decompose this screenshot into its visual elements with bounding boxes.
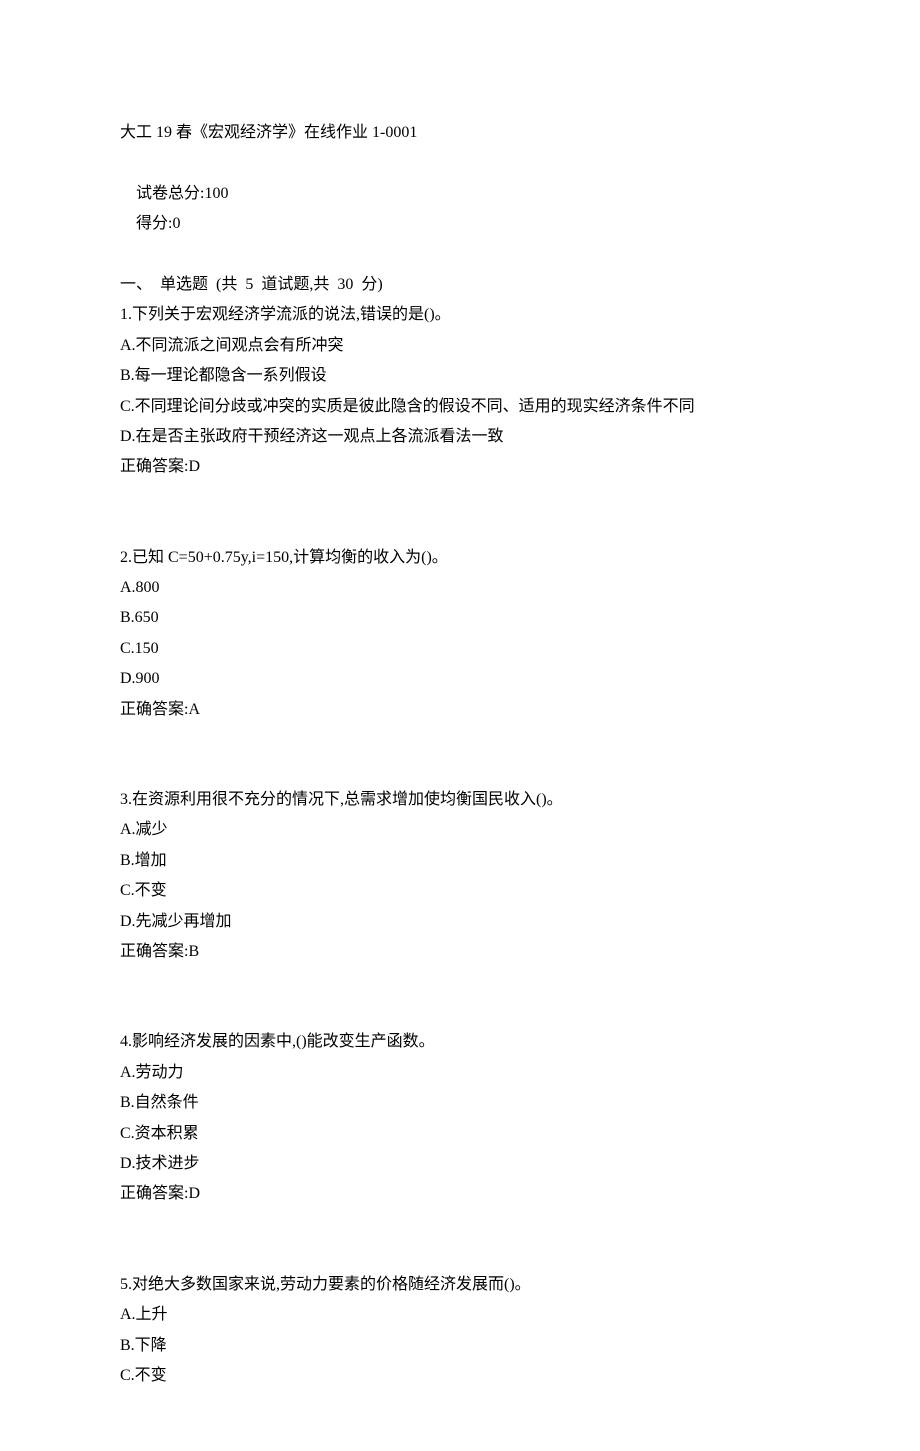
obtained-score: 得分:0 — [136, 215, 180, 232]
q4-option-b: B.自然条件 — [120, 1088, 800, 1118]
q3-option-d: D.先减少再增加 — [120, 907, 800, 937]
spacer — [120, 1210, 800, 1240]
q1-option-b: B.每一理论都隐含一系列假设 — [120, 361, 800, 391]
section-heading: 一、 单选题 (共 5 道试题,共 30 分) — [120, 270, 800, 300]
total-score: 试卷总分:100 — [136, 185, 228, 202]
q4-option-d: D.技术进步 — [120, 1149, 800, 1179]
q3-option-b: B.增加 — [120, 846, 800, 876]
q1-option-a: A.不同流派之间观点会有所冲突 — [120, 331, 800, 361]
q2-prompt: 2.已知 C=50+0.75y,i=150,计算均衡的收入为()。 — [120, 543, 800, 573]
q2-option-c: C.150 — [120, 634, 800, 664]
q5-option-a: A.上升 — [120, 1300, 800, 1330]
spacer — [120, 1240, 800, 1270]
q2-option-a: A.800 — [120, 573, 800, 603]
q1-prompt: 1.下列关于宏观经济学流派的说法,错误的是()。 — [120, 300, 800, 330]
q4-prompt: 4.影响经济发展的因素中,()能改变生产函数。 — [120, 1027, 800, 1057]
spacer — [120, 513, 800, 543]
q1-answer: 正确答案:D — [120, 452, 800, 482]
q4-option-a: A.劳动力 — [120, 1058, 800, 1088]
q1-option-d: D.在是否主张政府干预经济这一观点上各流派看法一致 — [120, 422, 800, 452]
q3-option-c: C.不变 — [120, 876, 800, 906]
q3-option-a: A.减少 — [120, 815, 800, 845]
q2-answer: 正确答案:A — [120, 695, 800, 725]
q5-prompt: 5.对绝大多数国家来说,劳动力要素的价格随经济发展而()。 — [120, 1270, 800, 1300]
spacer — [120, 997, 800, 1027]
q2-option-b: B.650 — [120, 603, 800, 633]
document-page: 大工 19 春《宏观经济学》在线作业 1-0001 试卷总分:100 得分:0 … — [0, 0, 920, 1451]
q4-option-c: C.资本积累 — [120, 1119, 800, 1149]
q1-option-c: C.不同理论间分歧或冲突的实质是彼此隐含的假设不同、适用的现实经济条件不同 — [120, 392, 800, 422]
score-line: 试卷总分:100 得分:0 — [120, 148, 800, 270]
q4-answer: 正确答案:D — [120, 1179, 800, 1209]
q5-option-c: C.不变 — [120, 1361, 800, 1391]
spacer — [120, 483, 800, 513]
spacer — [120, 755, 800, 785]
q3-answer: 正确答案:B — [120, 937, 800, 967]
spacer — [120, 725, 800, 755]
q5-option-b: B.下降 — [120, 1331, 800, 1361]
q2-option-d: D.900 — [120, 664, 800, 694]
spacer — [120, 967, 800, 997]
q3-prompt: 3.在资源利用很不充分的情况下,总需求增加使均衡国民收入()。 — [120, 785, 800, 815]
exam-title: 大工 19 春《宏观经济学》在线作业 1-0001 — [120, 118, 800, 148]
